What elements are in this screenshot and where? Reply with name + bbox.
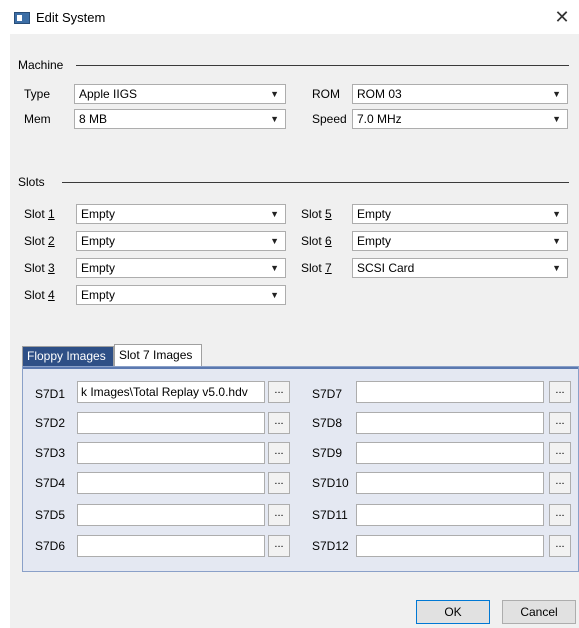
s7d10-label: S7D10 <box>312 476 349 490</box>
rom-select-value: ROM 03 <box>357 87 402 101</box>
rom-label: ROM <box>312 87 340 101</box>
chevron-down-icon: ▼ <box>270 263 279 273</box>
s7d8-path-field[interactable] <box>356 412 544 434</box>
s7d9-path-field[interactable] <box>356 442 544 464</box>
s7d9-browse-button[interactable]: ... <box>549 442 571 464</box>
s7d5-browse-button[interactable]: ... <box>268 504 290 526</box>
s7d8-browse-button[interactable]: ... <box>549 412 571 434</box>
s7d6-browse-button[interactable]: ... <box>268 535 290 557</box>
chevron-down-icon: ▼ <box>270 114 279 124</box>
s7d3-browse-button[interactable]: ... <box>268 442 290 464</box>
chevron-down-icon: ▼ <box>270 236 279 246</box>
slots-section-label: Slots <box>18 175 45 189</box>
s7d9-label: S7D9 <box>312 446 343 460</box>
chevron-down-icon: ▼ <box>270 209 279 219</box>
slot-5-select[interactable]: Empty ▼ <box>352 204 568 224</box>
s7d2-path-field[interactable] <box>77 412 265 434</box>
machine-section-label: Machine <box>18 58 64 72</box>
s7d4-browse-button[interactable]: ... <box>268 472 290 494</box>
slot-7-select[interactable]: SCSI Card ▼ <box>352 258 568 278</box>
chevron-down-icon: ▼ <box>552 209 561 219</box>
window-app-icon <box>14 12 30 24</box>
rom-select[interactable]: ROM 03 ▼ <box>352 84 568 104</box>
slot-1-select[interactable]: Empty ▼ <box>76 204 286 224</box>
slot-4-select[interactable]: Empty ▼ <box>76 285 286 305</box>
s7d5-path-field[interactable] <box>77 504 265 526</box>
mem-select[interactable]: 8 MB ▼ <box>74 109 286 129</box>
slot-3-select[interactable]: Empty ▼ <box>76 258 286 278</box>
s7d1-browse-button[interactable]: ... <box>268 381 290 403</box>
s7d12-browse-button[interactable]: ... <box>549 535 571 557</box>
slot-5-label: Slot 5 <box>301 207 332 221</box>
tab-slot-7-images[interactable]: Slot 7 Images <box>114 344 202 366</box>
slot-2-value: Empty <box>81 234 116 248</box>
s7d2-browse-button[interactable]: ... <box>268 412 290 434</box>
speed-select-value: 7.0 MHz <box>357 112 402 126</box>
mem-select-value: 8 MB <box>79 112 108 126</box>
s7d11-browse-button[interactable]: ... <box>549 504 571 526</box>
s7d5-label: S7D5 <box>35 508 66 522</box>
slot-7-images-panel: S7D1 k Images\Total Replay v5.0.hdv ... … <box>22 366 579 572</box>
slot-1-value: Empty <box>81 207 116 221</box>
s7d3-path-field[interactable] <box>77 442 265 464</box>
slot-5-value: Empty <box>357 207 392 221</box>
s7d1-label: S7D1 <box>35 387 66 401</box>
panel-divider <box>23 367 578 369</box>
slot-7-value: SCSI Card <box>357 261 415 275</box>
s7d3-label: S7D3 <box>35 446 66 460</box>
chevron-down-icon: ▼ <box>552 263 561 273</box>
ok-button[interactable]: OK <box>416 600 490 624</box>
s7d7-browse-button[interactable]: ... <box>549 381 571 403</box>
s7d12-path-field[interactable] <box>356 535 544 557</box>
chevron-down-icon: ▼ <box>270 290 279 300</box>
slot-4-value: Empty <box>81 288 116 302</box>
s7d8-label: S7D8 <box>312 416 343 430</box>
s7d1-path-field[interactable]: k Images\Total Replay v5.0.hdv <box>77 381 265 403</box>
chevron-down-icon: ▼ <box>270 89 279 99</box>
close-icon[interactable]: ✕ <box>551 6 573 28</box>
slot-1-label: Slot 1 <box>24 207 55 221</box>
chevron-down-icon: ▼ <box>552 114 561 124</box>
speed-label: Speed <box>312 112 347 126</box>
slots-divider <box>62 182 569 183</box>
chevron-down-icon: ▼ <box>552 89 561 99</box>
slot-4-label: Slot 4 <box>24 288 55 302</box>
type-label: Type <box>24 87 51 101</box>
dialog-client-area: Machine Type Apple IIGS ▼ ROM ROM 03 ▼ M… <box>10 34 579 628</box>
s7d6-label: S7D6 <box>35 539 66 553</box>
mem-label: Mem <box>24 112 51 126</box>
s7d11-label: S7D11 <box>312 508 348 522</box>
slot-6-select[interactable]: Empty ▼ <box>352 231 568 251</box>
s7d2-label: S7D2 <box>35 416 66 430</box>
speed-select[interactable]: 7.0 MHz ▼ <box>352 109 568 129</box>
slot-2-select[interactable]: Empty ▼ <box>76 231 286 251</box>
slot-2-label: Slot 2 <box>24 234 55 248</box>
s7d4-path-field[interactable] <box>77 472 265 494</box>
s7d11-path-field[interactable] <box>356 504 544 526</box>
slot-3-label: Slot 3 <box>24 261 55 275</box>
slot-3-value: Empty <box>81 261 116 275</box>
slot-7-label: Slot 7 <box>301 261 332 275</box>
s7d12-label: S7D12 <box>312 539 349 553</box>
chevron-down-icon: ▼ <box>552 236 561 246</box>
title-bar: Edit System ✕ <box>0 0 579 34</box>
s7d10-path-field[interactable] <box>356 472 544 494</box>
machine-divider <box>76 65 569 66</box>
s7d10-browse-button[interactable]: ... <box>549 472 571 494</box>
slot-6-value: Empty <box>357 234 392 248</box>
s7d7-label: S7D7 <box>312 387 343 401</box>
s7d4-label: S7D4 <box>35 476 66 490</box>
s7d6-path-field[interactable] <box>77 535 265 557</box>
type-select[interactable]: Apple IIGS ▼ <box>74 84 286 104</box>
slot-6-label: Slot 6 <box>301 234 332 248</box>
type-select-value: Apple IIGS <box>79 87 138 101</box>
cancel-button[interactable]: Cancel <box>502 600 576 624</box>
window-title: Edit System <box>36 10 106 25</box>
tab-floppy-images[interactable]: Floppy Images <box>22 346 114 366</box>
s7d7-path-field[interactable] <box>356 381 544 403</box>
